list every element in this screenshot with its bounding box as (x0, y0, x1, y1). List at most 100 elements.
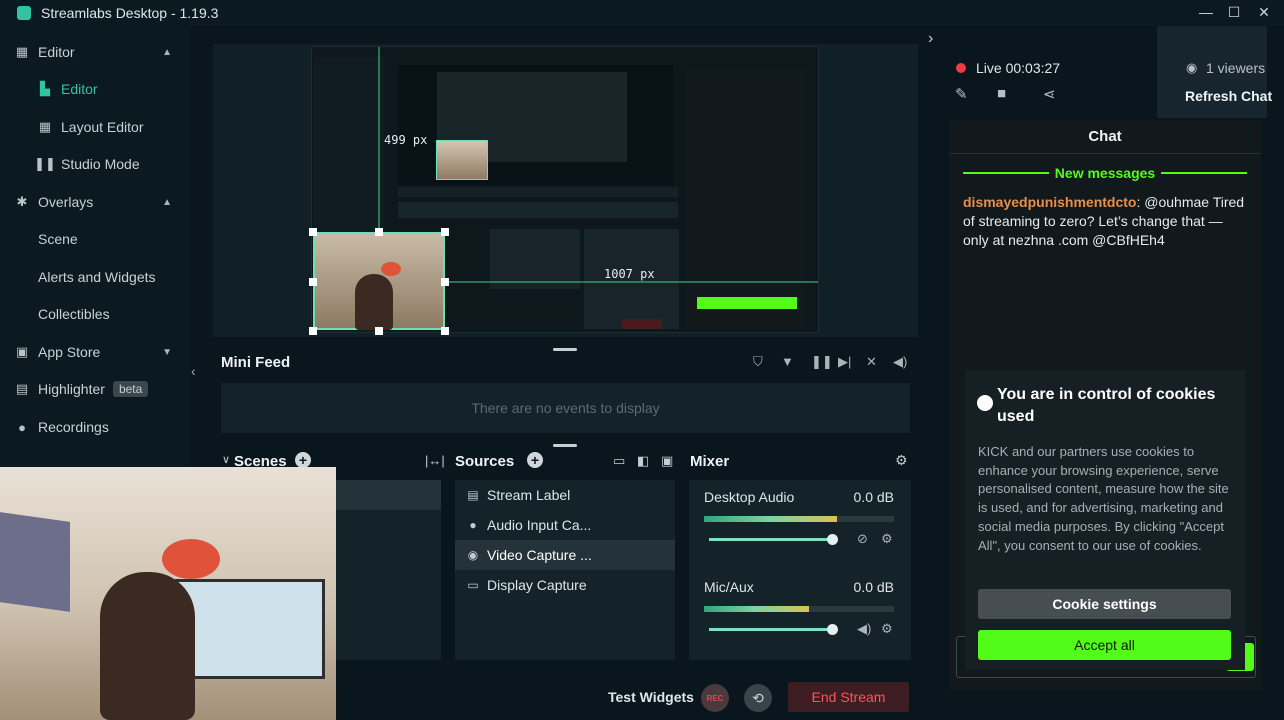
mixer-channel-db: 0.0 dB (853, 489, 894, 505)
resize-handle[interactable] (441, 327, 449, 335)
sidebar-item-collectibles[interactable]: Collectibles (0, 298, 190, 330)
channel-gear-icon[interactable]: ⚙ (881, 531, 893, 547)
chevron-up-icon[interactable]: ▲ (162, 47, 172, 58)
sidebar-item-alerts-widgets[interactable]: Alerts and Widgets (0, 261, 190, 293)
add-source-icon[interactable]: + (527, 452, 543, 468)
source-row-audio-input[interactable]: ● Audio Input Ca... (455, 510, 675, 540)
mute-alerts-icon[interactable]: ✕ (866, 354, 877, 370)
sidebar-item-studio-mode[interactable]: ❚❚ Studio Mode (0, 148, 190, 180)
sidebar-item-overlays[interactable]: ✱ Overlays ▲ (0, 186, 190, 218)
resize-handle[interactable] (375, 327, 383, 335)
cookie-settings-button[interactable]: Cookie settings (978, 589, 1231, 619)
resize-handle[interactable] (375, 228, 383, 236)
refresh-chat-button[interactable]: Refresh Chat (1185, 88, 1272, 104)
sidebar-item-scene[interactable]: Scene (0, 223, 190, 255)
source-label: Stream Label (487, 487, 571, 503)
end-stream-button[interactable]: End Stream (788, 682, 909, 712)
channel-gear-icon[interactable]: ⚙ (881, 621, 893, 637)
sidebar-item-label: Layout Editor (61, 119, 144, 135)
chat-title: Chat (1088, 128, 1122, 145)
resize-handle[interactable] (441, 278, 449, 286)
live-timer: Live 00:03:27 (976, 60, 1061, 76)
volume-slider[interactable] (709, 624, 838, 635)
sidebar-item-highlighter[interactable]: ▤ Highlighter beta (0, 373, 190, 405)
remove-source-icon[interactable]: ▣ (661, 453, 673, 469)
sidebar-item-label: Highlighter (38, 381, 105, 397)
chevron-up-icon[interactable]: ▲ (162, 197, 172, 208)
app-store-icon: ▣ (15, 344, 29, 359)
add-scene-icon[interactable]: + (295, 452, 311, 468)
edit-stream-info-icon[interactable]: ✎ (955, 85, 968, 103)
source-row-display-capture[interactable]: ▭ Display Capture (455, 570, 675, 600)
collapse-sidebar-icon[interactable]: ‹ (191, 363, 196, 379)
nested-webcam-thumb (436, 140, 488, 180)
skip-icon[interactable]: ▶| (838, 354, 851, 370)
shield-icon[interactable]: ⛉ (753, 354, 763, 370)
studio-mode-icon: ❚❚ (34, 156, 56, 171)
editor-grid-icon: ▦ (15, 44, 29, 59)
test-widgets-button[interactable]: Test Widgets (608, 689, 694, 705)
webcam-background-box (0, 512, 70, 612)
filter-icon[interactable]: ▼ (781, 354, 794, 369)
resize-handle[interactable] (441, 228, 449, 236)
webcam-red-object (162, 539, 220, 579)
chat-username[interactable]: dismayedpunishmentdcto (963, 194, 1136, 210)
webcam-person (100, 572, 195, 720)
resize-handle[interactable] (309, 228, 317, 236)
sources-list: ▤ Stream Label ● Audio Input Ca... ◉ Vid… (455, 480, 675, 660)
source-row-video-capture[interactable]: ◉ Video Capture ... (455, 540, 675, 570)
pause-icon[interactable]: ❚❚ (811, 354, 833, 370)
volume-icon[interactable]: ◀) (893, 354, 907, 370)
volume-slider-knob[interactable] (827, 534, 838, 545)
sidebar-item-recordings[interactable]: ● Recordings (0, 411, 190, 443)
divider-line (1161, 172, 1247, 174)
sidebar-item-layout-editor[interactable]: ▦ Layout Editor (0, 111, 190, 143)
resize-splitter[interactable] (553, 444, 577, 447)
cookie-icon (977, 395, 993, 411)
share-icon[interactable]: ⋖ (1043, 85, 1056, 103)
collapse-scenes-icon[interactable]: ∨ (222, 453, 230, 466)
webcam-icon: ◉ (467, 548, 479, 562)
volume-slider[interactable] (709, 534, 838, 545)
source-label: Audio Input Ca... (487, 517, 592, 533)
cookie-dialog-text: KICK and our partners use cookies to enh… (978, 444, 1229, 553)
height-measure-label: 1007 px (604, 267, 655, 281)
scene-transitions-icon[interactable]: |↔| (425, 453, 445, 468)
mixer-panel: Desktop Audio 0.0 dB ⊘ ⚙ Mic/Aux 0.0 dB … (689, 480, 911, 660)
sidebar-item-app-store[interactable]: ▣ App Store ▼ (0, 336, 190, 368)
microphone-icon: ● (469, 518, 477, 532)
chevron-down-icon[interactable]: ▼ (162, 347, 172, 358)
sources-title: Sources (455, 453, 515, 470)
audio-meter (704, 606, 894, 612)
speaker-icon[interactable]: ◀) (857, 621, 871, 637)
mute-icon[interactable]: ⊘ (857, 531, 868, 547)
resize-splitter[interactable] (553, 348, 577, 351)
resize-handle[interactable] (309, 278, 317, 286)
source-row-stream-label[interactable]: ▤ Stream Label (455, 480, 675, 510)
close-button[interactable]: ✕ (1254, 4, 1274, 21)
sidebar-item-editor-group[interactable]: ▦ Editor ▲ (0, 36, 190, 68)
chat-header: Chat (949, 120, 1261, 154)
overlays-icon: ✱ (16, 194, 28, 209)
replay-buffer-icon[interactable]: ⟲ (744, 684, 772, 712)
resize-handle[interactable] (309, 327, 317, 335)
record-button[interactable]: REC (701, 684, 729, 712)
maximize-button[interactable]: ☐ (1224, 4, 1244, 21)
mixer-gear-icon[interactable]: ⚙ (895, 452, 908, 469)
accept-all-button[interactable]: Accept all (978, 630, 1231, 660)
title-bar: Streamlabs Desktop - 1.19.3 — ☐ ✕ (0, 0, 1284, 26)
source-folder-icon[interactable]: ▭ (613, 453, 625, 469)
mixer-title: Mixer (690, 453, 730, 470)
sidebar-item-editor[interactable]: ▙ Editor (0, 73, 190, 105)
minimize-button[interactable]: — (1196, 4, 1216, 20)
chat-message: dismayedpunishmentdcto: @ouhmae Tired of… (963, 193, 1247, 250)
record-camera-icon[interactable]: ■ (997, 85, 1006, 102)
mixer-channel-name: Desktop Audio (704, 489, 795, 505)
layout-editor-icon: ▦ (38, 119, 52, 134)
volume-slider-knob[interactable] (827, 624, 838, 635)
monitor-icon: ▭ (467, 578, 479, 592)
source-settings-icon[interactable]: ◧ (637, 453, 649, 469)
selected-video-source[interactable] (313, 232, 445, 330)
chevron-right-icon[interactable]: › (928, 30, 933, 48)
webcam-overlay (0, 467, 336, 720)
